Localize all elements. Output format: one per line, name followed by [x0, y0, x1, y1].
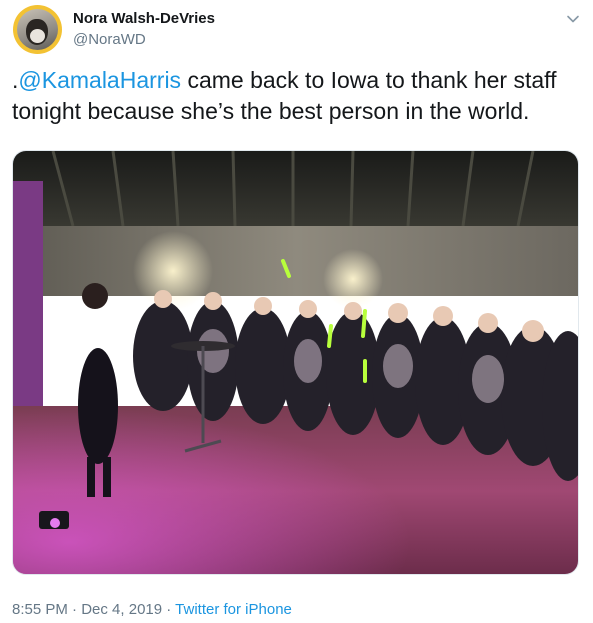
tweet-body-line2: tonight because she’s the best person in… [12, 98, 530, 124]
dog-muzzle-shape [30, 29, 45, 43]
tweet-date[interactable]: Dec 4, 2019 [81, 601, 162, 618]
avatar[interactable] [13, 5, 62, 54]
chevron-down-icon[interactable] [565, 11, 581, 27]
author-handle[interactable]: @NoraWD [73, 31, 146, 48]
tweet-source-link[interactable]: Twitter for iPhone [175, 601, 292, 618]
mention-link[interactable]: @KamalaHarris [18, 67, 181, 93]
tweet-meta: 8:55 PM · Dec 4, 2019 · Twitter for iPho… [12, 601, 292, 618]
author-name[interactable]: Nora Walsh-DeVries [73, 10, 215, 27]
tweet-photo[interactable] [12, 150, 579, 575]
tweet-text: .@KamalaHarris came back to Iowa to than… [12, 65, 577, 127]
tweet-body-line1: came back to Iowa to thank her staff [181, 67, 557, 93]
meta-separator: · [67, 601, 82, 618]
tweet-time[interactable]: 8:55 PM [12, 601, 68, 618]
event-photo-illustration [13, 151, 578, 574]
meta-separator: · [162, 601, 176, 618]
